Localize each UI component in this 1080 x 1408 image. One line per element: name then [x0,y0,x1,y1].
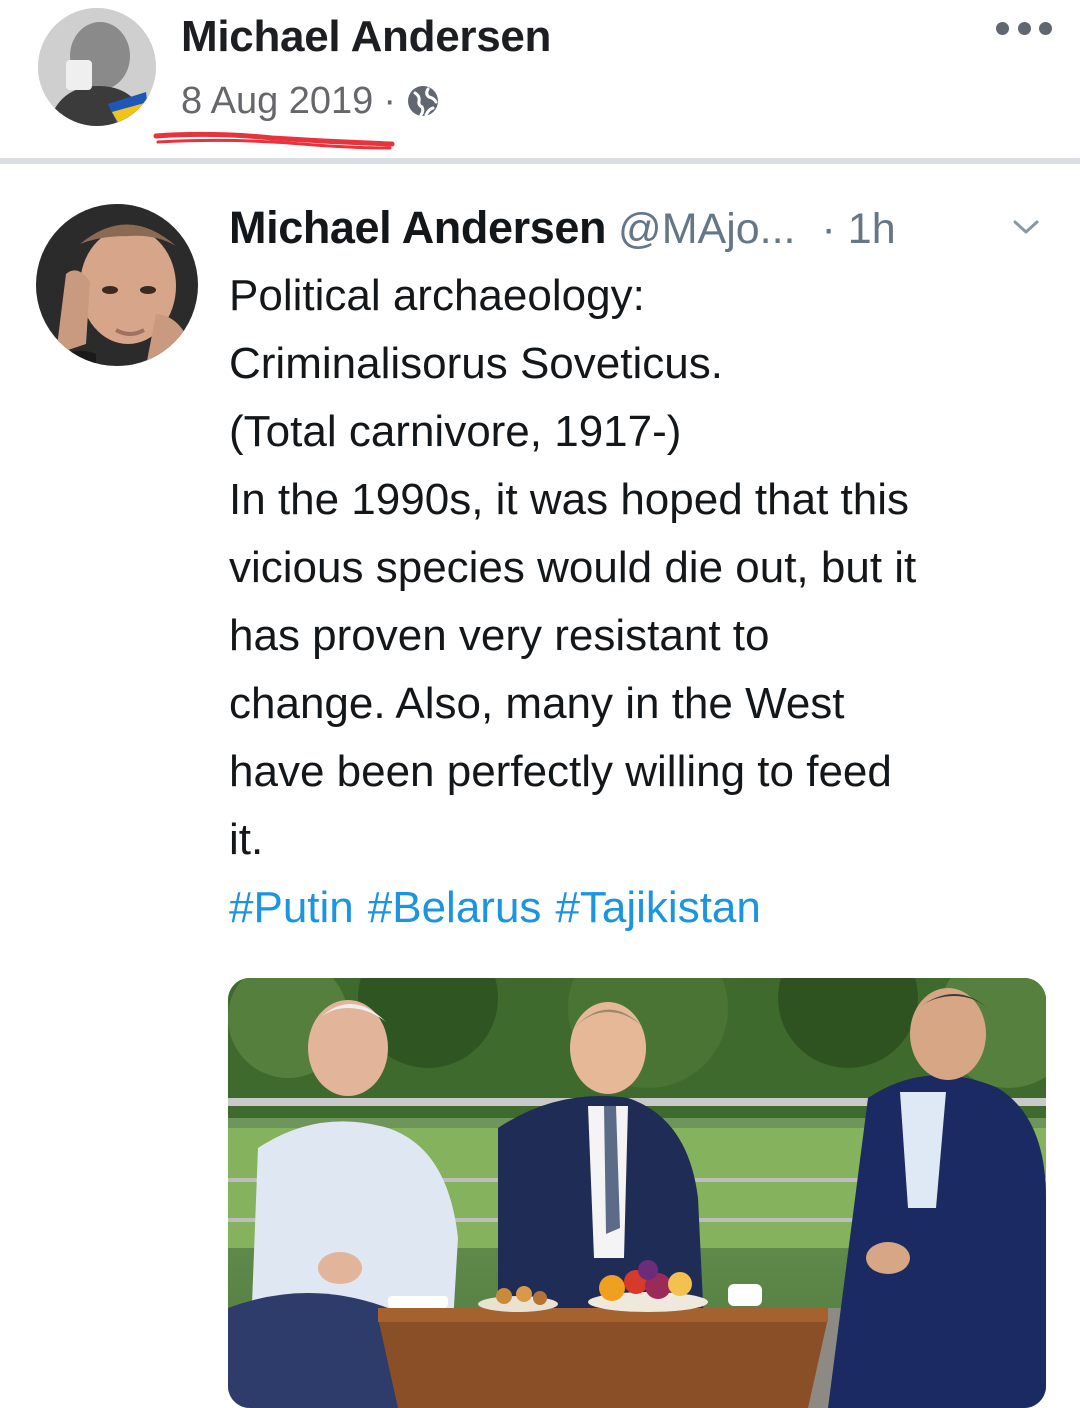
tweet-body: Political archaeology: Criminalisorus So… [229,262,1059,942]
tweet-timestamp[interactable]: · 1h [822,205,896,254]
tweet-handle[interactable]: @MAjo... [618,205,795,254]
globe-icon [407,86,438,117]
tweet-author-name[interactable]: Michael Andersen [229,202,606,254]
embedded-tweet: Michael Andersen @MAjo... · 1h Political… [0,164,1080,1408]
tweet-photo[interactable] [228,978,1046,1408]
hashtag-tajikistan[interactable]: #Tajikistan [555,883,760,932]
red-underline-annotation [153,131,395,150]
more-options-button[interactable] [996,16,1052,40]
hashtag-putin[interactable]: #Putin [229,883,354,932]
tweet-text-line: In the 1990s, it was hoped that this [229,475,910,524]
tweet-header: Michael Andersen @MAjo... · 1h [229,202,1049,258]
post-meta: 8 Aug 2019 · [181,78,440,124]
tweet-text-line: Political archaeology: [229,271,645,320]
avatar[interactable] [38,8,156,126]
tweet-text-line: change. Also, many in the West [229,679,845,728]
tweet-text-line: has proven very resistant to [229,611,770,660]
tweet-avatar[interactable] [36,204,198,366]
hashtag-list: #Putin #Belarus #Tajikistan [229,874,1059,942]
post-header: Michael Andersen 8 Aug 2019 · [0,0,1080,160]
post-author-name[interactable]: Michael Andersen [181,12,551,62]
more-horizontal-icon [996,21,1009,35]
tweet-text-line: vicious species would die out, but it [229,543,917,592]
tweet-text-line: it. [229,815,264,864]
chevron-down-icon[interactable] [1009,216,1043,238]
hashtag-belarus[interactable]: #Belarus [368,883,542,932]
meta-separator: · [383,79,396,122]
tweet-text-line: have been perfectly willing to feed [229,747,892,796]
post-date[interactable]: 8 Aug 2019 [181,80,373,123]
tweet-text-line: (Total carnivore, 1917-) [229,407,682,456]
tweet-text-line: Criminalisorus Soveticus. [229,339,723,388]
